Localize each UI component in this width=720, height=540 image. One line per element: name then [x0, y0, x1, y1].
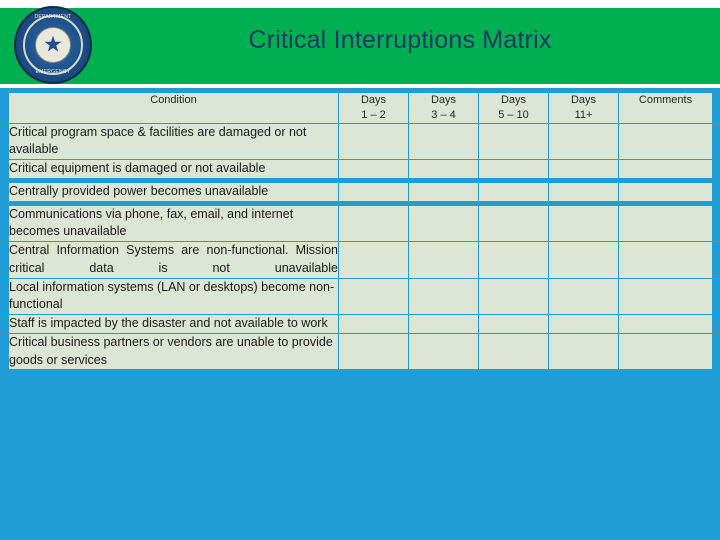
days-11-plus-cell[interactable] [548, 241, 619, 279]
comments-cell[interactable] [618, 314, 713, 334]
table-row: Central Information Systems are non-func… [8, 241, 713, 279]
header-comments-line1: Comments [638, 94, 693, 106]
days-3-4-cell[interactable] [408, 122, 479, 161]
table-row: Critical business partners or vendors ar… [8, 332, 713, 371]
days-1-2-cell[interactable] [338, 314, 409, 334]
table-row: Centrally provided power becomes unavail… [8, 181, 713, 202]
days-1-2-cell[interactable] [338, 159, 409, 179]
days-1-2-cell[interactable] [338, 204, 409, 243]
table-row: Critical equipment is damaged or not ava… [8, 159, 713, 179]
table-row: Communications via phone, fax, email, an… [8, 204, 713, 243]
header-condition-line1: Condition [150, 94, 197, 106]
condition-cell: Centrally provided power becomes unavail… [8, 181, 339, 202]
header-days-11-plus-line1: Days [570, 94, 597, 106]
header-days-5-10: Days 5 – 10 [478, 92, 549, 124]
page-title: Critical Interruptions Matrix [248, 26, 552, 54]
days-1-2-cell[interactable] [338, 277, 409, 316]
header-days-11-plus: Days 11+ [548, 92, 619, 124]
header-days-3-4-line1: Days [430, 94, 457, 106]
days-3-4-cell[interactable] [408, 241, 479, 279]
days-3-4-cell[interactable] [408, 159, 479, 179]
days-5-10-cell[interactable] [478, 204, 549, 243]
days-3-4-cell[interactable] [408, 181, 479, 202]
header-days-1-2: Days 1 – 2 [338, 92, 409, 124]
header-days-1-2-line2: 1 – 2 [361, 108, 386, 121]
days-11-plus-cell[interactable] [548, 332, 619, 371]
header-comments: Comments [618, 92, 713, 124]
days-11-plus-cell[interactable] [548, 314, 619, 334]
condition-cell: Critical equipment is damaged or not ava… [8, 159, 339, 179]
header-days-3-4-line2: 3 – 4 [431, 108, 456, 121]
header-days-5-10-line1: Days [500, 94, 527, 106]
header-days-1-2-line1: Days [360, 94, 387, 106]
days-11-plus-cell[interactable] [548, 277, 619, 316]
days-5-10-cell[interactable] [478, 181, 549, 202]
days-1-2-cell[interactable] [338, 122, 409, 161]
days-3-4-cell[interactable] [408, 314, 479, 334]
seal-star-icon: ★ [43, 31, 63, 57]
days-5-10-cell[interactable] [478, 122, 549, 161]
comments-cell[interactable] [618, 332, 713, 371]
comments-cell[interactable] [618, 277, 713, 316]
table-body: Critical program space & facilities are … [8, 122, 713, 371]
header-days-11-plus-line2: 11+ [574, 108, 593, 121]
condition-cell: Staff is impacted by the disaster and no… [8, 314, 339, 334]
comments-cell[interactable] [618, 204, 713, 243]
condition-cell: Local information systems (LAN or deskto… [8, 277, 339, 316]
table-row: Staff is impacted by the disaster and no… [8, 314, 713, 334]
days-1-2-cell[interactable] [338, 332, 409, 371]
comments-cell[interactable] [618, 122, 713, 161]
critical-interruptions-table: Condition Days 1 – 2 Days 3 – 4 Days 5 –… [8, 92, 713, 371]
days-11-plus-cell[interactable] [548, 122, 619, 161]
days-1-2-cell[interactable] [338, 241, 409, 279]
table-header-row: Condition Days 1 – 2 Days 3 – 4 Days 5 –… [8, 92, 713, 124]
slide: DEPARTMENT ★ EMERGENCY Critical Interrup… [0, 0, 720, 540]
days-11-plus-cell[interactable] [548, 159, 619, 179]
table-row: Critical program space & facilities are … [8, 122, 713, 161]
days-5-10-cell[interactable] [478, 314, 549, 334]
seal-bottom-text: EMERGENCY [35, 69, 71, 75]
condition-cell: Critical program space & facilities are … [8, 122, 339, 161]
days-11-plus-cell[interactable] [548, 204, 619, 243]
table-row: Local information systems (LAN or deskto… [8, 277, 713, 316]
days-1-2-cell[interactable] [338, 181, 409, 202]
comments-cell[interactable] [618, 159, 713, 179]
comments-cell[interactable] [618, 241, 713, 279]
days-5-10-cell[interactable] [478, 277, 549, 316]
condition-cell: Central Information Systems are non-func… [8, 241, 339, 279]
days-5-10-cell[interactable] [478, 332, 549, 371]
header-days-3-4: Days 3 – 4 [408, 92, 479, 124]
days-3-4-cell[interactable] [408, 204, 479, 243]
comments-cell[interactable] [618, 181, 713, 202]
header-condition: Condition [8, 92, 339, 124]
days-3-4-cell[interactable] [408, 277, 479, 316]
days-5-10-cell[interactable] [478, 241, 549, 279]
condition-cell: Critical business partners or vendors ar… [8, 332, 339, 371]
seal-top-text: DEPARTMENT [34, 14, 72, 20]
condition-cell: Communications via phone, fax, email, an… [8, 204, 339, 243]
department-seal-icon: DEPARTMENT ★ EMERGENCY [14, 6, 92, 84]
days-3-4-cell[interactable] [408, 332, 479, 371]
days-5-10-cell[interactable] [478, 159, 549, 179]
days-11-plus-cell[interactable] [548, 181, 619, 202]
header-days-5-10-line2: 5 – 10 [498, 108, 529, 121]
